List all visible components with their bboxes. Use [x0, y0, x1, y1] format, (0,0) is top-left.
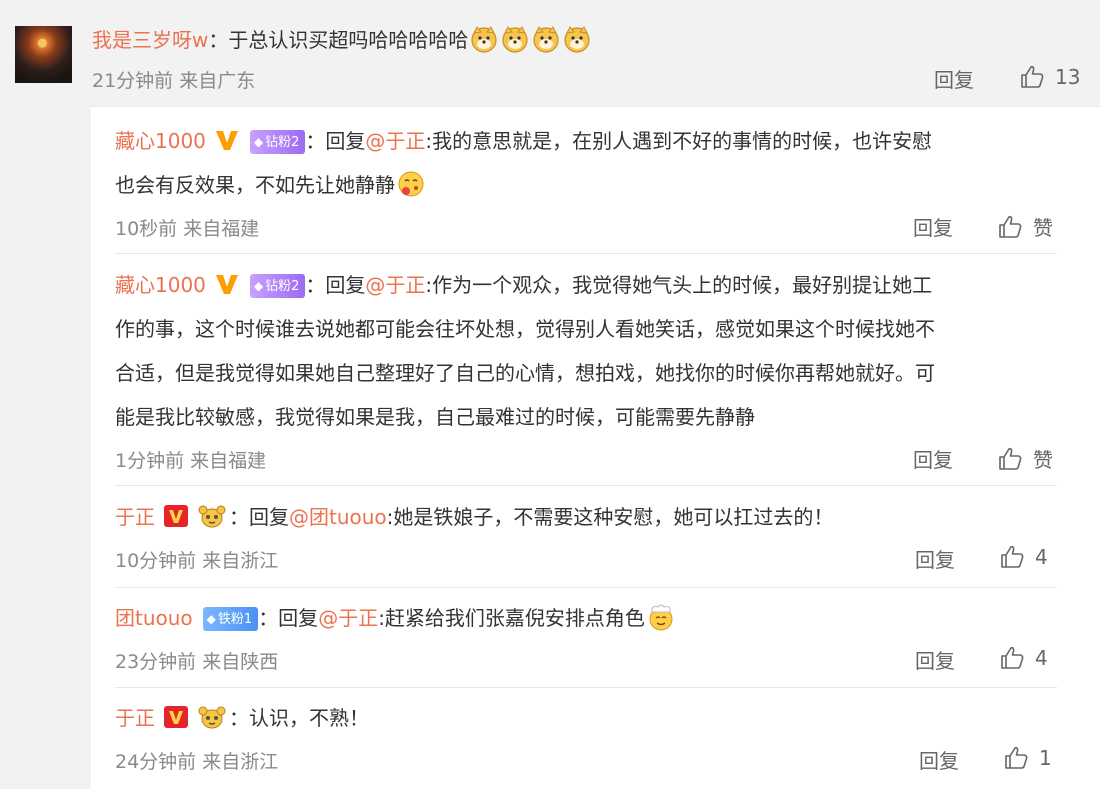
like-count: 赞: [1033, 448, 1053, 472]
top-comment: 我是三岁呀w：于总认识买超吗哈哈哈哈哈 21分钟前 来自广东 回复 13: [0, 0, 1100, 92]
diamond-icon: ◆: [206, 612, 216, 626]
thumbs-up-icon: [997, 214, 1023, 240]
reply-line: 藏心1000 ◆ 钻粉2 ：回复@于正:我的意思就是，在别人遇到不好的事情的时候，也许…: [115, 127, 933, 154]
reply-meta: 23分钟前 来自陕西: [115, 651, 279, 673]
mention-link[interactable]: @团tuouo: [289, 505, 387, 529]
reply-line: 于正 ：回复@团tuouo:她是铁娘子，不需要这种安慰，她可以扛过去的！: [115, 503, 834, 529]
reply-button[interactable]: 回复: [934, 64, 974, 93]
reply-line: 团tuouo ◆ 铁粉1 ：回复@于正:赶紧给我们张嘉倪安排点角色: [115, 596, 676, 640]
reply-button[interactable]: 回复: [913, 212, 953, 241]
reply-line: 于正 ：认识，不熟！: [115, 704, 369, 730]
divider: [115, 587, 1057, 588]
divider: [115, 485, 1057, 486]
reply-line: 能是我比较敏感，我觉得如果是我，自己最难过的时候，可能需要先静静: [115, 405, 755, 429]
reply-button[interactable]: 回复: [915, 544, 955, 573]
divider: [115, 687, 1057, 688]
vip-badge-icon: [214, 271, 240, 297]
like-count: 4: [1035, 646, 1048, 670]
username-link[interactable]: 团tuouo: [115, 606, 193, 630]
doge-icon: [562, 24, 592, 54]
username-link[interactable]: 我是三岁呀w: [92, 28, 208, 52]
thumbs-up-icon: [1019, 64, 1045, 90]
comment-line: 我是三岁呀w：于总认识买超吗哈哈哈哈哈: [92, 24, 592, 54]
golden-paw-badge-icon: [195, 503, 229, 529]
reply-button[interactable]: 回复: [913, 444, 953, 473]
mention-link[interactable]: @于正: [365, 273, 425, 297]
fan-badge: ◆ 钻粉2: [249, 130, 306, 154]
reply-line: 合适，但是我觉得如果她自己整理好了自己的心情，想拍戏，她找你的时候你再帮她就好。…: [115, 361, 935, 385]
like-button[interactable]: 赞: [997, 444, 1053, 473]
doge-icon: [469, 24, 499, 54]
like-button[interactable]: 4: [999, 544, 1048, 570]
diamond-icon: ◆: [253, 279, 264, 293]
reply-line: 作的事，这个时候谁去说她都可能会往坏处想，觉得别人看她笑话，感觉如果这个时候找她…: [115, 317, 935, 341]
diamond-icon: ◆: [253, 135, 264, 149]
thumbs-up-icon: [999, 544, 1025, 570]
fan-badge: ◆ 钻粉2: [249, 274, 306, 298]
like-button[interactable]: 13: [1019, 64, 1080, 90]
reply-meta: 1分钟前 来自福建: [115, 450, 267, 472]
comment-meta: 21分钟前 来自广东: [92, 70, 256, 92]
username-link[interactable]: 于正: [115, 706, 155, 730]
reply-line: 也会有反效果，不如先让她静静: [115, 163, 426, 207]
doge-icon: [500, 24, 530, 54]
like-count: 4: [1035, 545, 1048, 569]
reply-meta: 10秒前 来自福建: [115, 218, 260, 240]
reply-list: 藏心1000 ◆ 钻粉2 ：回复@于正:我的意思就是，在别人遇到不好的事情的时候，也许…: [91, 106, 1100, 789]
avatar[interactable]: [15, 26, 72, 83]
reply-meta: 10分钟前 来自浙江: [115, 550, 279, 572]
fan-badge: ◆ 铁粉1: [202, 607, 259, 631]
golden-paw-badge-icon: [195, 704, 229, 730]
mention-link[interactable]: @于正: [318, 606, 378, 630]
verified-badge-icon: [163, 503, 189, 529]
thumbs-up-icon: [997, 446, 1023, 472]
mention-link[interactable]: @于正: [365, 129, 425, 153]
reply-meta: 24分钟前 来自浙江: [115, 751, 279, 773]
chef-face-icon: [646, 602, 676, 632]
like-count: 13: [1055, 65, 1081, 89]
reply-button[interactable]: 回复: [919, 745, 959, 774]
username-link[interactable]: 藏心1000: [115, 129, 206, 153]
reply-button[interactable]: 回复: [915, 645, 955, 674]
verified-badge-icon: [163, 704, 189, 730]
thumbs-up-icon: [1003, 745, 1029, 771]
comment-text: ：于总认识买超吗哈哈哈哈哈: [208, 28, 469, 52]
like-button[interactable]: 1: [1003, 745, 1052, 771]
like-count: 赞: [1033, 216, 1053, 240]
doge-icon: [531, 24, 561, 54]
username-link[interactable]: 藏心1000: [115, 273, 206, 297]
vip-badge-icon: [214, 127, 240, 153]
like-button[interactable]: 赞: [997, 212, 1053, 241]
reply-line: 藏心1000 ◆ 钻粉2 ：回复@于正:作为一个观众，我觉得她气头上的时候，最好别提让…: [115, 271, 933, 298]
divider: [115, 253, 1057, 254]
thumbs-up-icon: [999, 645, 1025, 671]
kiss-face-icon: [396, 169, 426, 199]
like-button[interactable]: 4: [999, 645, 1048, 671]
like-count: 1: [1039, 746, 1052, 770]
username-link[interactable]: 于正: [115, 505, 155, 529]
